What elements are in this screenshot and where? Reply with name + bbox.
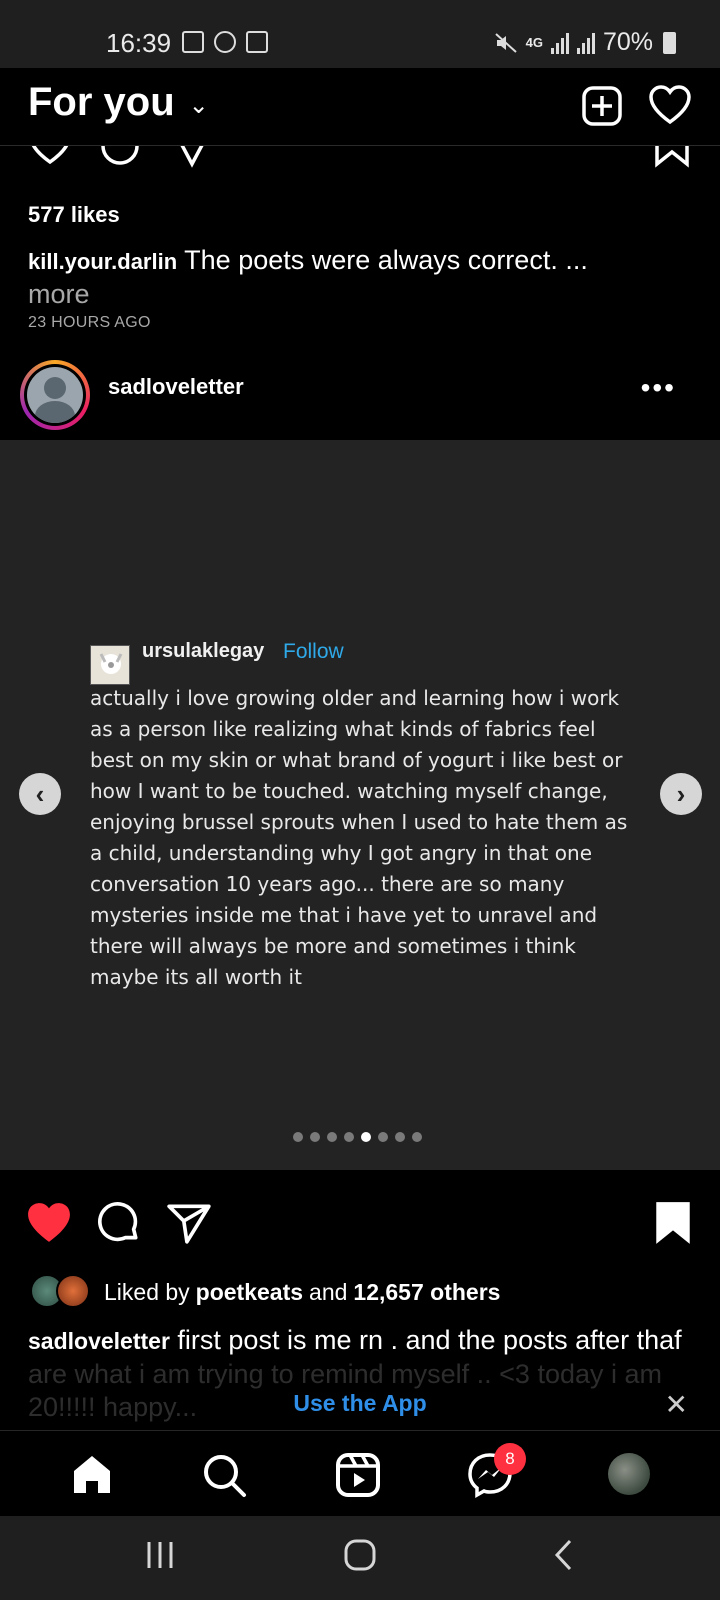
system-nav-bar bbox=[0, 1516, 720, 1600]
battery-percent: 70% bbox=[602, 28, 653, 56]
post-carousel-image[interactable]: ursulaklegay Follow actually i love grow… bbox=[0, 440, 720, 1170]
liked-by-and: and bbox=[309, 1278, 348, 1305]
profile-avatar[interactable] bbox=[608, 1453, 650, 1495]
liked-heart-icon[interactable] bbox=[26, 1200, 72, 1246]
plus-square-icon[interactable] bbox=[580, 84, 624, 128]
caption-text: The poets were always correct. ... bbox=[184, 245, 588, 275]
previous-caption: kill.your.darlin The poets were always c… bbox=[28, 244, 688, 310]
share-icon[interactable] bbox=[170, 146, 214, 168]
caption-username[interactable]: kill.your.darlin bbox=[28, 249, 177, 274]
feed-selector[interactable]: For you ⌄ bbox=[28, 80, 209, 125]
heart-icon[interactable] bbox=[648, 84, 692, 128]
battery-icon bbox=[663, 31, 676, 54]
heart-icon[interactable] bbox=[28, 146, 72, 168]
mute-icon bbox=[494, 32, 517, 53]
app-notification-icon bbox=[214, 31, 236, 53]
quote-follow-label: Follow bbox=[283, 640, 344, 663]
post-time: 23 HOURS AGO bbox=[28, 314, 151, 331]
bookmark-filled-icon[interactable] bbox=[654, 1200, 692, 1246]
quote-username: ursulaklegay bbox=[142, 640, 265, 662]
caption-username[interactable]: sadloveletter bbox=[28, 1328, 170, 1354]
share-icon[interactable] bbox=[166, 1200, 212, 1246]
comment-icon[interactable] bbox=[98, 146, 142, 168]
close-icon[interactable]: ✕ bbox=[665, 1388, 688, 1421]
recent-apps-icon[interactable] bbox=[143, 1538, 177, 1572]
message-badge: 8 bbox=[494, 1443, 526, 1475]
carousel-dot bbox=[310, 1132, 320, 1142]
liked-by-prefix: Liked by bbox=[104, 1278, 190, 1305]
carousel-dot bbox=[361, 1132, 371, 1142]
status-right: 4G 70% bbox=[494, 28, 676, 57]
quote-avatar bbox=[90, 645, 130, 685]
carousel-dot bbox=[327, 1132, 337, 1142]
chevron-down-icon: ⌄ bbox=[188, 92, 209, 119]
liked-by-row[interactable]: Liked by poetkeats and 12,657 others bbox=[30, 1272, 710, 1312]
liked-by-user[interactable]: poetkeats bbox=[196, 1279, 303, 1306]
post-actions bbox=[0, 1170, 720, 1250]
avatar bbox=[27, 367, 83, 423]
gallery-notification-icon bbox=[182, 31, 204, 53]
liked-by-others[interactable]: 12,657 others bbox=[353, 1279, 500, 1306]
carousel-dot bbox=[344, 1132, 354, 1142]
carousel-indicator bbox=[293, 1132, 422, 1142]
carousel-dot bbox=[395, 1132, 405, 1142]
carousel-prev-button[interactable]: ‹ bbox=[19, 773, 61, 815]
status-bar: 16:39 4G 70% bbox=[0, 0, 720, 68]
caption-text: first post is me rn . and the posts afte… bbox=[177, 1325, 682, 1355]
notification-icons bbox=[182, 31, 268, 53]
bottom-nav: 8 bbox=[0, 1430, 720, 1516]
feed-title: For you bbox=[28, 80, 175, 124]
post-username[interactable]: sadloveletter bbox=[108, 374, 244, 400]
post-header: sadloveletter ••• bbox=[0, 350, 720, 440]
signal-icon-2 bbox=[576, 32, 595, 54]
home-button-icon[interactable] bbox=[343, 1538, 377, 1572]
liker-avatars bbox=[30, 1274, 94, 1310]
carousel-dot bbox=[293, 1132, 303, 1142]
comment-icon[interactable] bbox=[96, 1200, 142, 1246]
likes-count[interactable]: 577 likes bbox=[28, 202, 120, 228]
top-header: For you ⌄ bbox=[0, 68, 720, 146]
use-app-banner: Use the App ✕ bbox=[0, 1382, 720, 1430]
carousel-dot bbox=[378, 1132, 388, 1142]
bookmark-icon[interactable] bbox=[654, 146, 690, 168]
more-options-icon[interactable]: ••• bbox=[641, 372, 676, 404]
signal-icon bbox=[550, 32, 569, 54]
search-icon[interactable] bbox=[200, 1451, 248, 1499]
reels-icon[interactable] bbox=[334, 1451, 382, 1499]
use-app-link[interactable]: Use the App bbox=[0, 1390, 720, 1417]
more-link[interactable]: more bbox=[28, 278, 688, 310]
status-time: 16:39 bbox=[106, 28, 172, 58]
home-icon[interactable] bbox=[68, 1451, 116, 1499]
carousel-next-button[interactable]: › bbox=[660, 773, 702, 815]
story-avatar[interactable] bbox=[20, 360, 90, 430]
carousel-dot bbox=[412, 1132, 422, 1142]
previous-post-actions bbox=[0, 146, 720, 176]
media-notification-icon bbox=[246, 31, 268, 53]
back-icon[interactable] bbox=[548, 1538, 582, 1572]
network-type: 4G bbox=[525, 35, 543, 50]
quote-text: actually i love growing older and learni… bbox=[90, 686, 628, 989]
